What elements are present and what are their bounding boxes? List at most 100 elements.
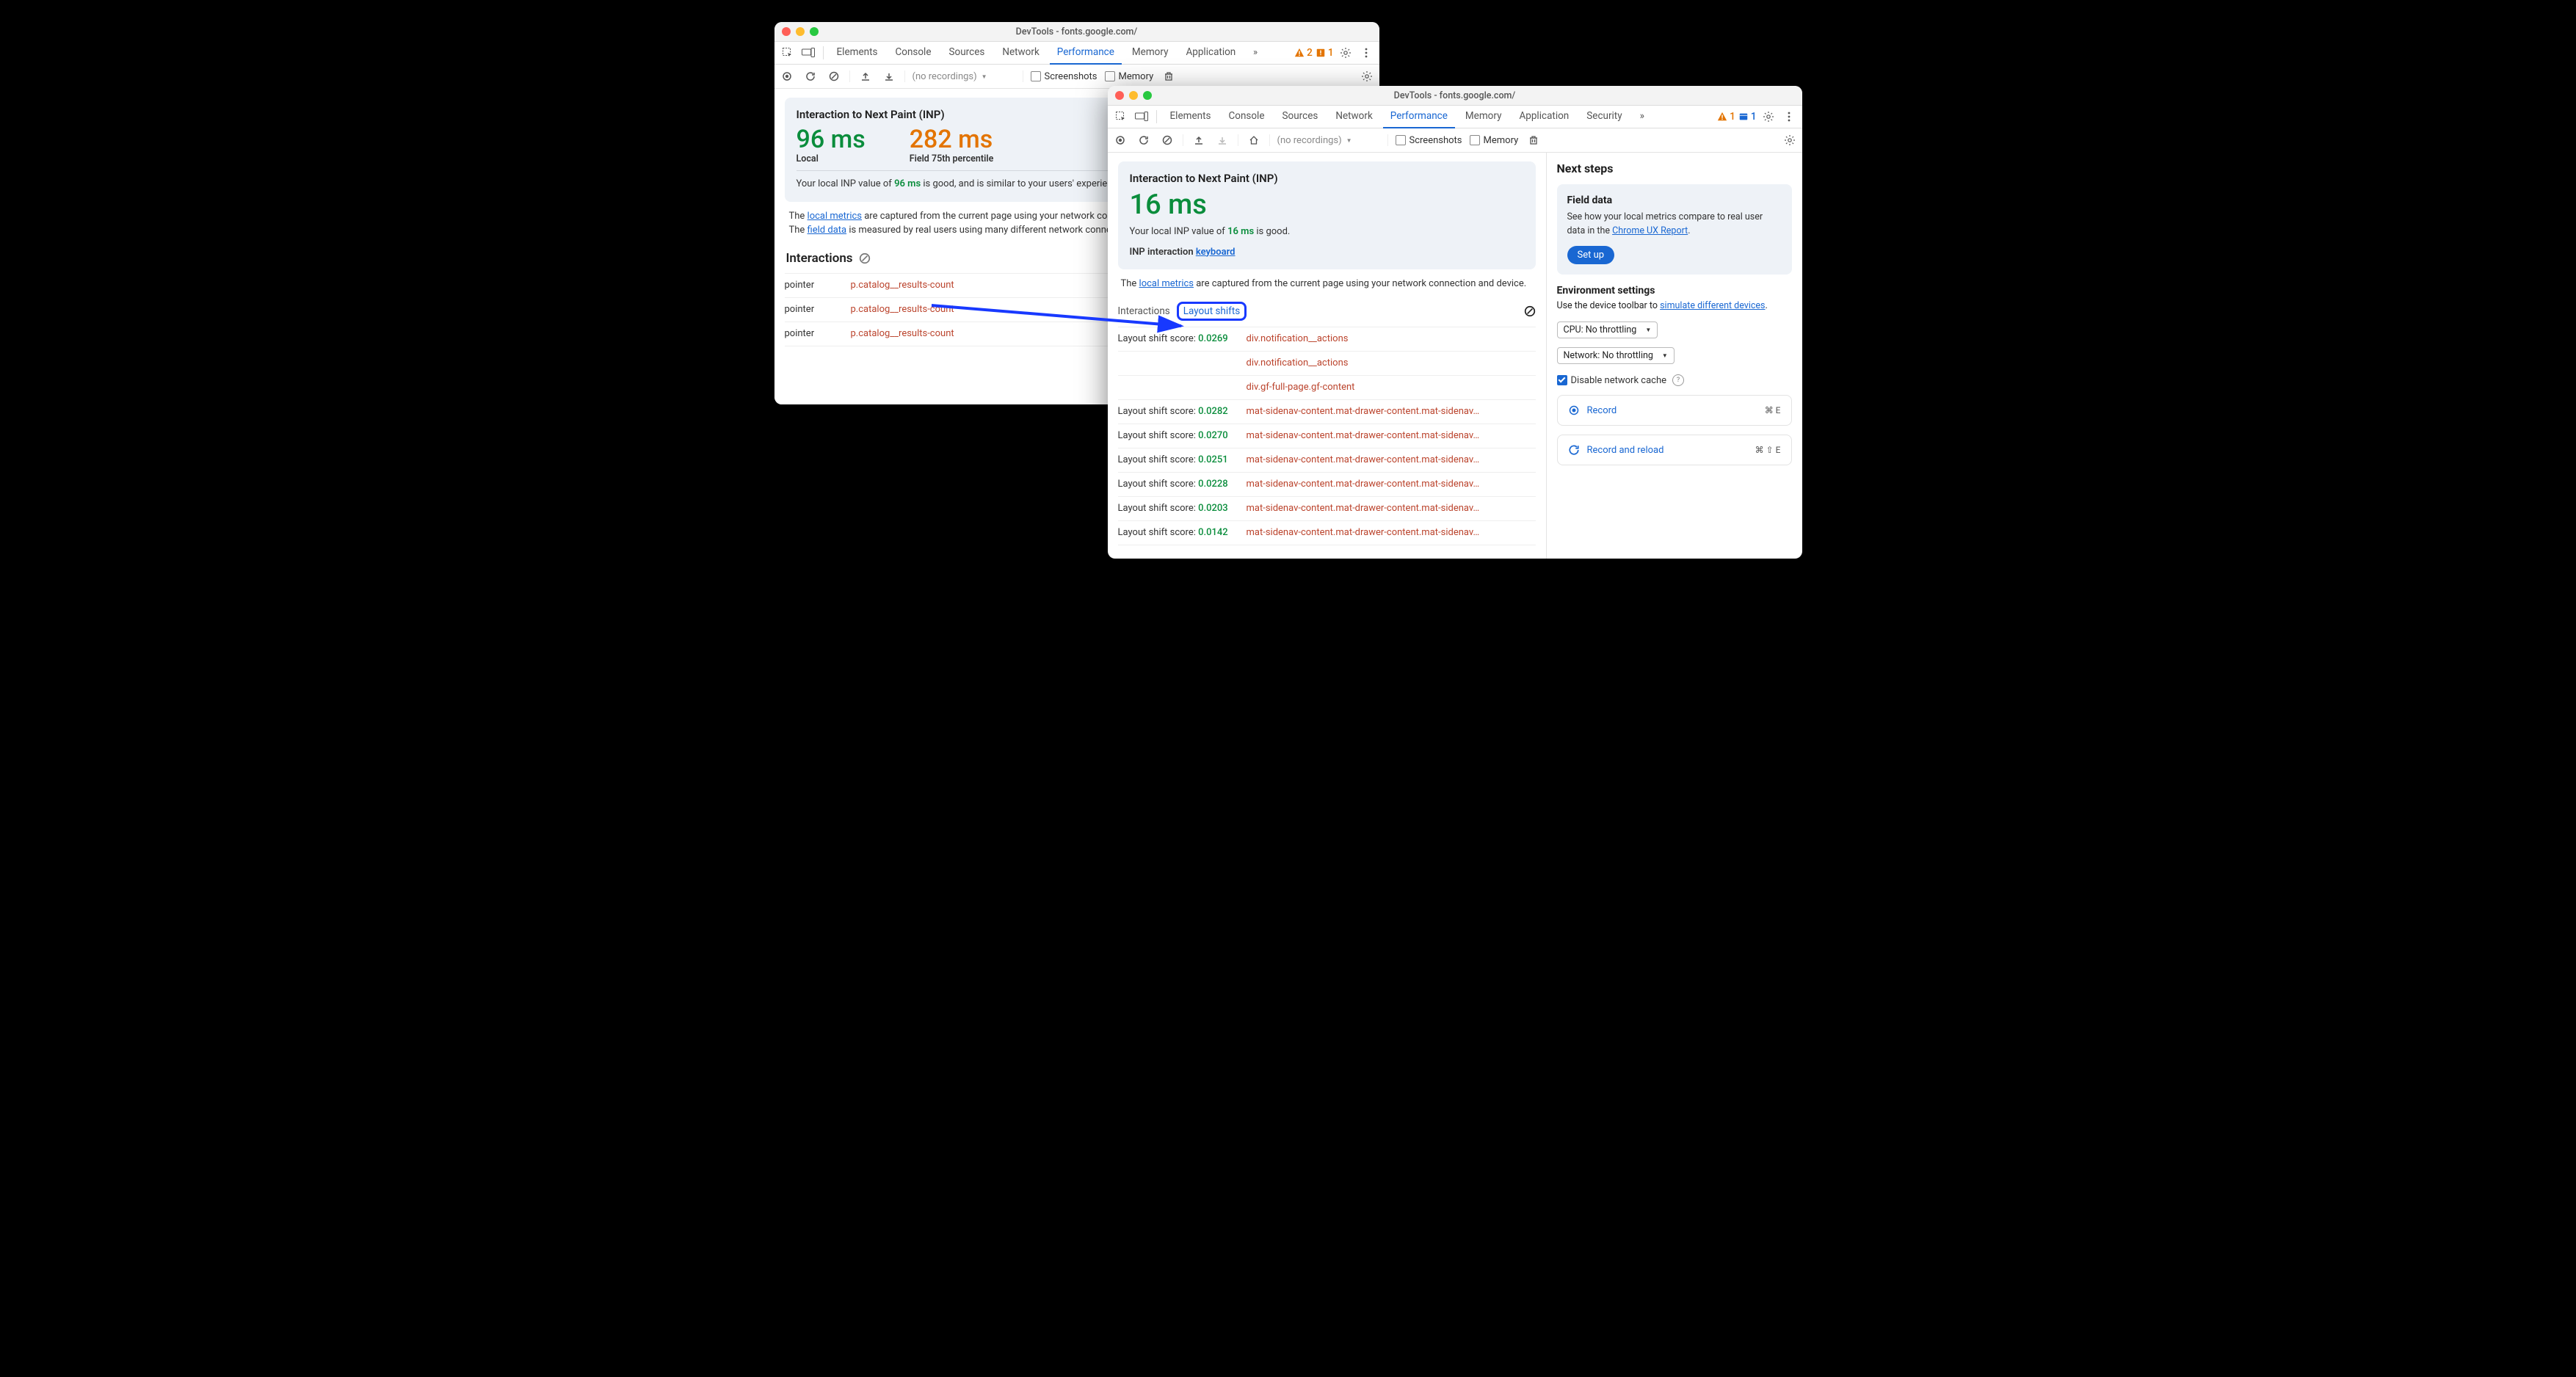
more-tabs-button[interactable]: » (1633, 105, 1652, 128)
record-label: Record (1587, 405, 1757, 416)
record-shortcut: ⌘ E (1765, 405, 1781, 415)
layout-shift-row[interactable]: Layout shift score: 0.0269div.notificati… (1118, 327, 1536, 351)
tab-memory[interactable]: Memory (1125, 41, 1176, 65)
next-steps-title: Next steps (1557, 161, 1792, 175)
record-reload-shortcut: ⌘ ⇧ E (1755, 445, 1781, 455)
panel-settings-icon[interactable] (1359, 68, 1375, 84)
tab-elements[interactable]: Elements (830, 41, 885, 65)
disable-cache-checkbox[interactable]: Disable network cache (1557, 375, 1667, 386)
tab-layout-shifts[interactable]: Layout shifts (1183, 305, 1240, 317)
layout-shift-score: Layout shift score: 0.0270 (1118, 430, 1247, 441)
simulate-devices-link[interactable]: simulate different devices (1660, 300, 1765, 311)
devtools-window-b: DevTools - fonts.google.com/ ElementsCon… (1108, 86, 1802, 559)
field-data-heading: Field data (1567, 195, 1782, 206)
reload-icon[interactable] (1136, 132, 1152, 148)
layout-shift-target: mat-sidenav-content.mat-drawer-content.m… (1247, 479, 1536, 490)
info-badge[interactable]: 1 (1738, 111, 1757, 123)
tab-security[interactable]: Security (1579, 105, 1629, 128)
download-icon[interactable] (881, 68, 897, 84)
window-title: DevTools - fonts.google.com/ (1108, 90, 1802, 101)
tab-performance[interactable]: Performance (1050, 41, 1122, 65)
tab-network[interactable]: Network (995, 41, 1046, 65)
issues-badge[interactable]: 1 (1316, 47, 1334, 59)
layout-shift-score: Layout shift score: 0.0251 (1118, 454, 1247, 465)
inp-description: Your local INP value of 16 ms is good. (1130, 225, 1524, 239)
layout-shift-score: Layout shift score: 0.0142 (1118, 527, 1247, 538)
panel-settings-icon[interactable] (1782, 132, 1798, 148)
clear-icon[interactable] (1524, 305, 1536, 317)
kebab-menu-icon[interactable] (1357, 44, 1375, 62)
upload-icon[interactable] (857, 68, 874, 84)
device-toolbar-icon[interactable] (799, 44, 817, 62)
layout-shift-target: mat-sidenav-content.mat-drawer-content.m… (1247, 454, 1536, 465)
tab-elements[interactable]: Elements (1163, 105, 1219, 128)
home-icon[interactable] (1246, 132, 1262, 148)
layout-shift-score: Layout shift score: 0.0203 (1118, 503, 1247, 514)
local-metrics-link[interactable]: local metrics (1139, 278, 1194, 289)
recordings-dropdown[interactable]: (no recordings) ▼ (913, 71, 1015, 82)
env-settings-heading: Environment settings (1557, 285, 1792, 297)
layout-shift-row[interactable]: Layout shift score: 0.0251mat-sidenav-co… (1118, 448, 1536, 472)
tab-memory[interactable]: Memory (1458, 105, 1509, 128)
layout-shift-row[interactable]: div.gf-full-page.gf-content (1118, 375, 1536, 399)
crux-report-link[interactable]: Chrome UX Report (1612, 225, 1688, 236)
upload-icon[interactable] (1191, 132, 1207, 148)
clear-icon[interactable] (1159, 132, 1175, 148)
warnings-badge[interactable]: 1 (1717, 111, 1735, 123)
tab-console[interactable]: Console (1221, 105, 1271, 128)
recordings-dropdown[interactable]: (no recordings) ▼ (1277, 135, 1380, 146)
memory-checkbox[interactable]: Memory (1105, 71, 1154, 82)
clear-icon[interactable] (826, 68, 842, 84)
tab-application[interactable]: Application (1512, 105, 1576, 128)
layout-shift-row[interactable]: div.notification__actions (1118, 351, 1536, 375)
titlebar: DevTools - fonts.google.com/ (1108, 86, 1802, 106)
layout-shift-row[interactable]: Layout shift score: 0.0228mat-sidenav-co… (1118, 472, 1536, 496)
window-title: DevTools - fonts.google.com/ (774, 26, 1379, 37)
layout-shift-score: Layout shift score: 0.0228 (1118, 479, 1247, 490)
reload-icon[interactable] (802, 68, 819, 84)
inspect-icon[interactable] (1112, 108, 1130, 126)
local-metrics-link[interactable]: local metrics (808, 211, 862, 222)
record-action-card[interactable]: Record ⌘ E (1557, 395, 1792, 426)
layout-shift-target: div.notification__actions (1247, 333, 1536, 344)
settings-icon[interactable] (1760, 108, 1777, 126)
panel-tabs: ElementsConsoleSourcesNetworkPerformance… (1108, 106, 1802, 128)
perf-toolbar: (no recordings) ▼ Screenshots Memory (1108, 128, 1802, 153)
tab-performance[interactable]: Performance (1383, 105, 1455, 128)
garbage-collect-icon[interactable] (1525, 132, 1542, 148)
inp-card: Interaction to Next Paint (INP) 16 ms Yo… (1118, 161, 1536, 269)
record-reload-action-card[interactable]: Record and reload ⌘ ⇧ E (1557, 435, 1792, 465)
setup-button[interactable]: Set up (1567, 246, 1615, 264)
garbage-collect-icon[interactable] (1161, 68, 1177, 84)
layout-shift-row[interactable]: Layout shift score: 0.0270mat-sidenav-co… (1118, 424, 1536, 448)
interaction-type: pointer (785, 328, 851, 339)
memory-checkbox[interactable]: Memory (1470, 135, 1519, 146)
tab-network[interactable]: Network (1328, 105, 1379, 128)
device-toolbar-icon[interactable] (1133, 108, 1150, 126)
warnings-badge[interactable]: 2 (1294, 47, 1313, 59)
tab-sources[interactable]: Sources (942, 41, 993, 65)
more-tabs-button[interactable]: » (1246, 41, 1269, 65)
kebab-menu-icon[interactable] (1780, 108, 1798, 126)
clear-icon[interactable] (859, 252, 871, 264)
tab-sources[interactable]: Sources (1275, 105, 1326, 128)
field-data-link[interactable]: field data (808, 225, 847, 236)
layout-shift-score: Layout shift score: 0.0282 (1118, 406, 1247, 417)
record-icon[interactable] (1112, 132, 1128, 148)
settings-icon[interactable] (1337, 44, 1354, 62)
screenshots-checkbox[interactable]: Screenshots (1396, 135, 1462, 146)
layout-shift-row[interactable]: Layout shift score: 0.0142mat-sidenav-co… (1118, 520, 1536, 545)
cpu-throttling-select[interactable]: CPU: No throttling▼ (1557, 321, 1658, 338)
inp-interaction-type-link[interactable]: keyboard (1196, 247, 1236, 258)
screenshots-checkbox[interactable]: Screenshots (1031, 71, 1097, 82)
tab-application[interactable]: Application (1178, 41, 1243, 65)
layout-shift-row[interactable]: Layout shift score: 0.0282mat-sidenav-co… (1118, 399, 1536, 424)
tab-interactions[interactable]: Interactions (1118, 305, 1170, 317)
layout-shift-row[interactable]: Layout shift score: 0.0203mat-sidenav-co… (1118, 496, 1536, 520)
help-icon[interactable]: ? (1672, 374, 1684, 386)
record-icon[interactable] (779, 68, 795, 84)
inspect-icon[interactable] (779, 44, 797, 62)
layout-shift-target: div.gf-full-page.gf-content (1247, 382, 1536, 393)
network-throttling-select[interactable]: Network: No throttling▼ (1557, 347, 1675, 364)
tab-console[interactable]: Console (888, 41, 938, 65)
